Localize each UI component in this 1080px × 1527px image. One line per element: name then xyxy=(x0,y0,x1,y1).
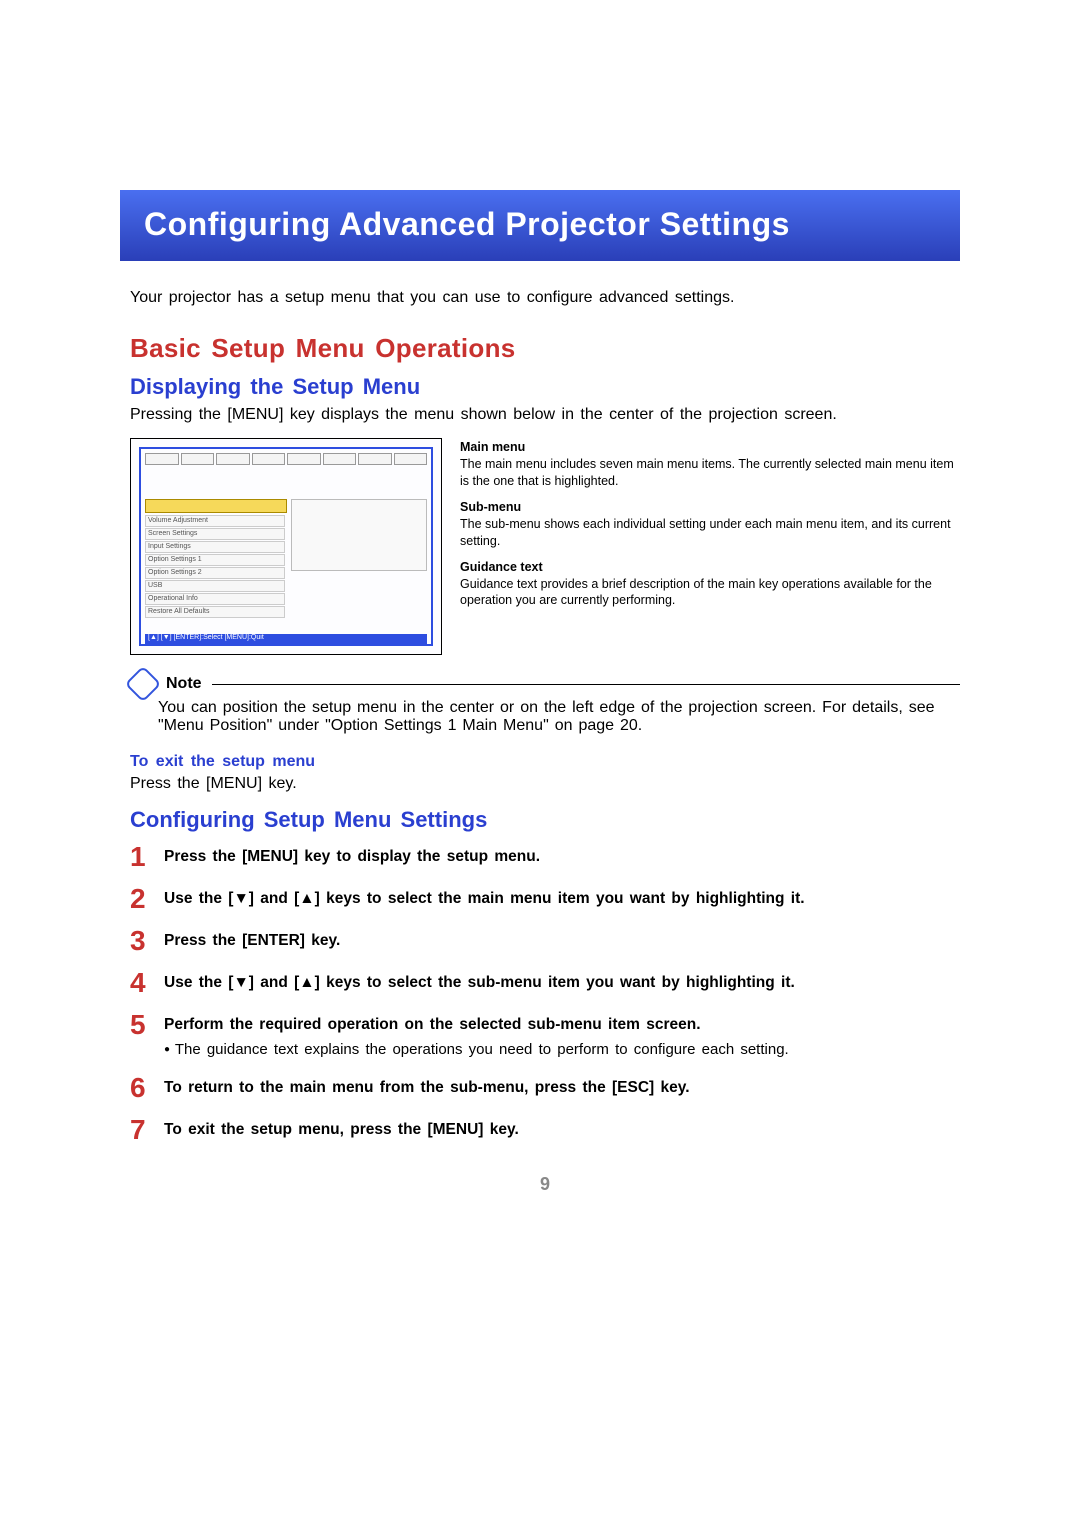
section-basic-setup: Basic Setup Menu Operations xyxy=(130,333,960,364)
list-item: Restore All Defaults xyxy=(145,606,285,618)
step-number: 5 xyxy=(130,1009,164,1060)
exit-text: Press the [MENU] key. xyxy=(130,775,960,793)
callout-body: Guidance text provides a brief descripti… xyxy=(460,576,960,610)
step-text: Press the [MENU] key to display the setu… xyxy=(164,841,960,871)
step-text: Use the [▼] and [▲] keys to select the s… xyxy=(164,967,960,997)
step-text: To return to the main menu from the sub-… xyxy=(164,1072,960,1102)
page-number: 9 xyxy=(130,1174,960,1195)
list-item: Screen Settings xyxy=(145,528,285,540)
guidance-bar: [▲] [▼] [ENTER]:Select [MENU]:Quit xyxy=(145,634,427,646)
step-text: To exit the setup menu, press the [MENU]… xyxy=(164,1114,960,1144)
step-subtext: The guidance text explains the operation… xyxy=(164,1040,960,1060)
callout-body: The main menu includes seven main menu i… xyxy=(460,456,960,490)
step-text: Perform the required operation on the se… xyxy=(164,1009,960,1060)
section-configuring-settings: Configuring Setup Menu Settings xyxy=(130,807,960,833)
callout-title: Sub-menu xyxy=(460,500,960,514)
callout-title: Guidance text xyxy=(460,560,960,574)
menu-screenshot: Volume Adjustment Screen Settings Input … xyxy=(130,438,442,655)
callouts: Main menu The main menu includes seven m… xyxy=(442,438,960,655)
list-item: Operational Info xyxy=(145,593,285,605)
steps-list: 1 Press the [MENU] key to display the se… xyxy=(130,841,960,1144)
step-number: 6 xyxy=(130,1072,164,1102)
exit-heading: To exit the setup menu xyxy=(130,753,960,771)
step-text: Use the [▼] and [▲] keys to select the m… xyxy=(164,883,960,913)
callout-title: Main menu xyxy=(460,440,960,454)
note-icon xyxy=(125,666,162,703)
intro-text: Your projector has a setup menu that you… xyxy=(130,289,960,307)
figure-row: Volume Adjustment Screen Settings Input … xyxy=(130,438,960,655)
subsection-display-menu: Displaying the Setup Menu xyxy=(130,374,960,400)
step-number: 4 xyxy=(130,967,164,997)
list-item: Option Settings 2 xyxy=(145,567,285,579)
step-number: 1 xyxy=(130,841,164,871)
highlighted-main-menu-item xyxy=(145,499,287,513)
note-block: Note You can position the setup menu in … xyxy=(130,675,960,735)
list-item: USB xyxy=(145,580,285,592)
callout-body: The sub-menu shows each individual setti… xyxy=(460,516,960,550)
step-number: 2 xyxy=(130,883,164,913)
list-item: Input Settings xyxy=(145,541,285,553)
step-text: Press the [ENTER] key. xyxy=(164,925,960,955)
note-label: Note xyxy=(166,675,202,693)
step-number: 7 xyxy=(130,1114,164,1144)
display-menu-para: Pressing the [MENU] key displays the men… xyxy=(130,406,960,424)
step-number: 3 xyxy=(130,925,164,955)
list-item: Volume Adjustment xyxy=(145,515,285,527)
main-menu-list: Volume Adjustment Screen Settings Input … xyxy=(145,515,285,619)
list-item: Option Settings 1 xyxy=(145,554,285,566)
note-text: You can position the setup menu in the c… xyxy=(158,699,960,735)
page-title: Configuring Advanced Projector Settings xyxy=(120,190,960,261)
sub-menu-panel xyxy=(291,499,427,571)
